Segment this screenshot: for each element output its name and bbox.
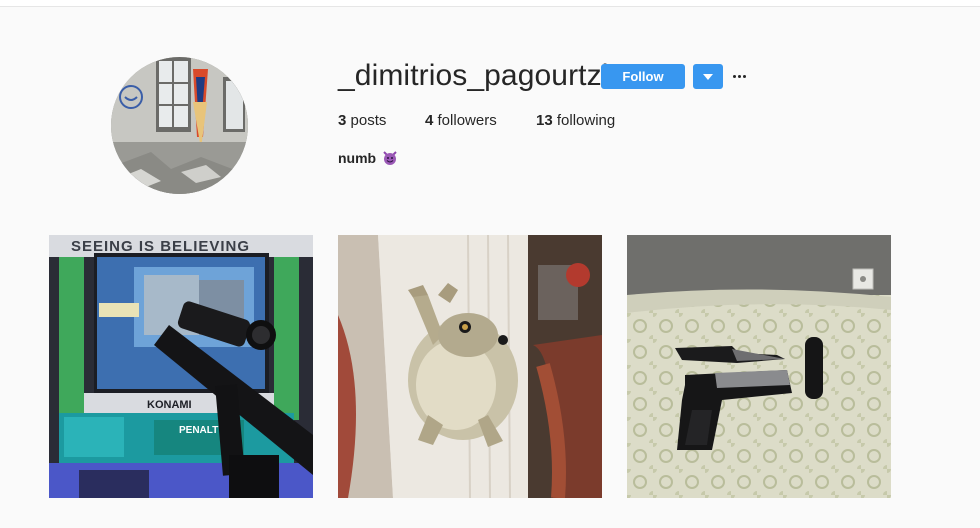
smiling-imp-emoji-icon [383, 151, 397, 165]
arcade-brand-text: KONAMI [147, 399, 192, 411]
arcade-marquee-text: SEEING IS BELIEVING [71, 238, 250, 255]
more-options-button[interactable] [732, 66, 748, 86]
top-nav-border [0, 0, 980, 7]
follow-button[interactable]: Follow [601, 64, 685, 89]
post-thumbnail-pistol[interactable] [627, 235, 891, 498]
profile-username: _dimitrios_pagourtzis [338, 59, 624, 92]
frog-on-pipe-photo [338, 235, 602, 498]
profile-avatar[interactable] [111, 57, 248, 194]
suggestions-dropdown-button[interactable] [693, 64, 723, 89]
followers-link[interactable]: 4 followers [425, 111, 497, 131]
ellipsis-icon [733, 75, 736, 78]
post-thumbnail-frog[interactable] [338, 235, 602, 498]
chevron-down-icon [703, 74, 713, 80]
arcade-panel-text: PENALTY [179, 425, 225, 436]
post-thumbnail-arcade[interactable]: SEEING IS BELIEVING KONAMI PENALTY [49, 235, 313, 498]
posts-count: 3 posts [338, 112, 387, 129]
avatar-photo [111, 57, 248, 194]
arcade-rifle-photo: SEEING IS BELIEVING KONAMI PENALTY [49, 235, 313, 498]
pistol-knife-on-bed-photo [627, 235, 891, 498]
following-link[interactable]: 13 following [536, 111, 615, 131]
profile-bio: numb [338, 148, 397, 168]
